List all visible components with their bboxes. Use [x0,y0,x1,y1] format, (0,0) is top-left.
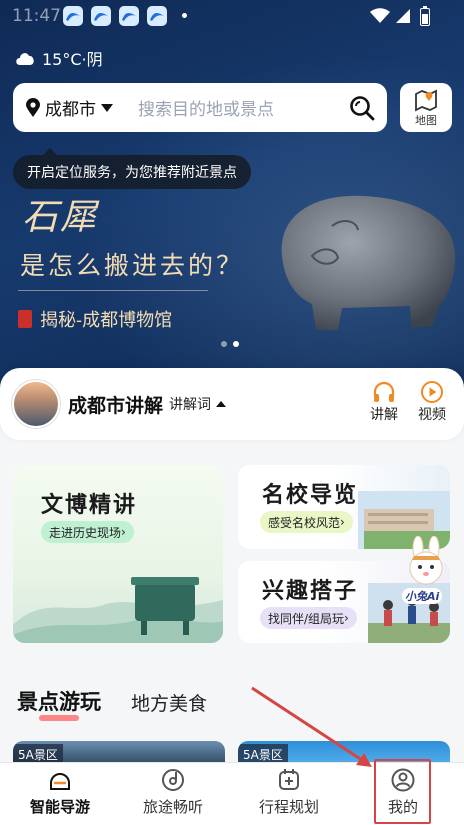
map-label: 地图 [415,113,437,127]
buddy-card-tag[interactable]: 找同伴/组局玩 › [260,607,357,629]
bronze-vessel-image [13,577,223,643]
city-selector[interactable]: 成都市 [25,95,114,120]
nav-trip-planning[interactable]: 行程规划 [244,767,334,817]
listen-label: 讲解 [370,407,398,423]
museum-card-tag-text: 走进历史现场 [49,525,122,540]
chevron-right-icon: › [344,611,349,625]
location-service-tooltip[interactable]: 开启定位服务，为您推荐附近景点 [13,148,251,189]
museum-lecture-card[interactable]: 文博精讲 走进历史现场 › [13,465,223,643]
wifi-icon [370,8,390,23]
weather-widget: 15°C·阴 [14,46,103,70]
more-notifications-dot [182,13,187,18]
status-time: 11:47 [12,6,61,26]
museum-card-title: 文博精讲 [41,493,138,518]
video-label: 视频 [418,407,446,423]
notification-app-icon [147,6,167,26]
rabbit-mascot-button[interactable]: 小兔Ai [398,535,454,606]
school-card-title: 名校导览 [262,483,359,508]
city-guide-title: 成都市讲解 [68,394,164,417]
status-bar: 11:47 [0,0,464,32]
notification-app-icon [91,6,111,26]
active-tab-underline [39,715,79,721]
school-card-tag[interactable]: 感受名校风范 › [260,511,353,533]
location-pin-icon [26,97,40,117]
tab-scenic-spots[interactable]: 景点游玩 [17,686,101,721]
notification-app-icon [119,6,139,26]
buddy-card-title: 兴趣搭子 [262,579,359,604]
banner-title-line2: 是怎么搬进去的？ [20,251,245,280]
nav-travel-listen[interactable]: 旅途畅听 [128,767,218,817]
buddy-card-tag-text: 找同伴/组局玩 [268,611,345,626]
music-disc-icon [162,769,184,791]
smart-guide-icon [50,773,70,790]
banner-subtitle-text: 揭秘-成都博物馆 [40,310,173,331]
chevron-right-icon: › [121,525,126,539]
banner-pager [221,341,239,347]
weather-text: 15°C·阴 [42,50,103,69]
guide-script-label: 讲解词 [169,397,212,413]
signal-icon [396,9,410,23]
map-button[interactable]: 地图 [400,83,452,132]
caret-up-icon [216,401,227,407]
battery-icon [420,6,430,26]
banner-title-line1: 石犀 [22,197,99,238]
rabbit-mascot-icon [409,535,443,585]
search-bar[interactable]: 成都市 搜索目的地或景点 [13,83,387,132]
city-avatar [12,380,60,428]
play-icon [421,381,443,403]
calendar-plus-icon [279,769,299,790]
caret-down-icon [101,103,113,112]
pager-dot [221,341,227,347]
search-icon[interactable] [349,95,375,121]
tab-scenic-spots-label: 景点游玩 [17,690,101,714]
listen-button[interactable]: 讲解 [370,380,398,424]
nav-travel-listen-label: 旅途畅听 [142,798,203,816]
nav-smart-guide[interactable]: 智能导游 [15,767,105,817]
chevron-right-icon: › [340,515,345,529]
video-button[interactable]: 视频 [418,380,446,424]
seal-icon [18,310,32,328]
content-section-tabs: 景点游玩 地方美食 [17,686,207,721]
city-label: 成都市 [45,100,96,120]
annotation-highlight-box [374,759,431,824]
notification-app-icon [63,6,83,26]
search-input[interactable]: 搜索目的地或景点 [138,95,349,120]
nav-trip-planning-label: 行程规划 [258,798,319,816]
nav-smart-guide-label: 智能导游 [29,798,90,816]
city-guide-bar[interactable]: 成都市讲解 讲解词 讲解 视频 [0,368,464,440]
guide-script-toggle[interactable]: 讲解词 [169,394,227,414]
hero-banner[interactable]: 11:47 15°C·阴 成都市 搜索目的地或景点 地图 开启定位服务，为您推荐… [0,0,464,395]
tab-local-food[interactable]: 地方美食 [131,689,207,716]
banner-divider [18,290,208,291]
mascot-label: 小兔Ai [402,588,443,604]
headphones-icon [373,381,395,402]
banner-subtitle: 揭秘-成都博物馆 [18,306,172,332]
cloud-icon [16,53,34,65]
museum-card-tag[interactable]: 走进历史现场 › [41,521,134,543]
school-card-tag-text: 感受名校风范 [268,515,341,530]
stone-rhino-image [281,195,456,330]
pager-dot-active [233,341,239,347]
map-icon [415,89,437,111]
